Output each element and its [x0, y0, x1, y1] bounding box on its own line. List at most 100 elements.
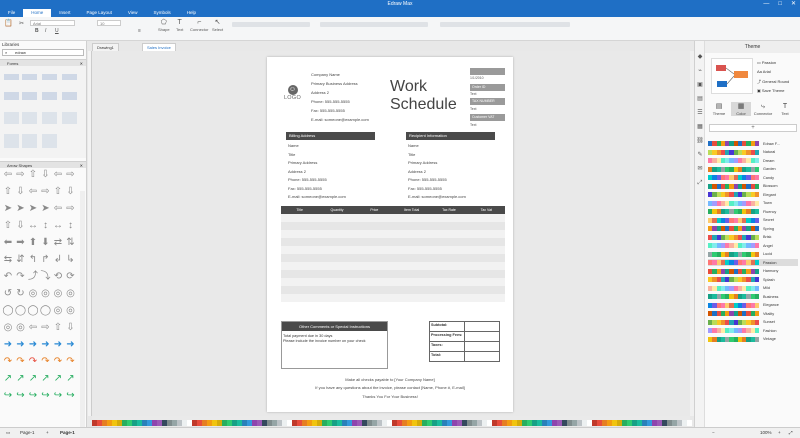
arrow-shape[interactable]: ⬇: [40, 238, 52, 248]
close-button[interactable]: ✕: [791, 0, 796, 9]
underline-icon[interactable]: U: [55, 28, 59, 34]
field-value[interactable]: 1/1/2010: [470, 76, 484, 80]
arrow-shape[interactable]: ↷: [15, 357, 27, 367]
arrow-shape[interactable]: ⤴: [27, 272, 39, 282]
minimize-button[interactable]: —: [763, 0, 769, 9]
section-arrow-shapes[interactable]: Arrow Shapes ✕: [0, 161, 86, 168]
billing-line[interactable]: Title: [288, 152, 295, 157]
arrow-shape[interactable]: ⇨: [15, 170, 27, 180]
company-fax[interactable]: Fax: 555-555-5555: [311, 108, 345, 113]
color-theme-item[interactable]: Elegance: [708, 302, 798, 309]
color-theme-item[interactable]: Fluency: [708, 208, 798, 215]
arrow-shape[interactable]: ↪: [65, 391, 77, 401]
arrow-shape[interactable]: ↗: [27, 374, 39, 384]
field-value[interactable]: Text: [470, 123, 476, 127]
arrow-shape[interactable]: ◎: [27, 289, 39, 299]
color-theme-item[interactable]: Edraw F...: [708, 140, 798, 147]
arrow-shape[interactable]: ↔: [52, 221, 64, 231]
color-theme-item[interactable]: Candy: [708, 174, 798, 181]
color-theme-item[interactable]: Natural: [708, 149, 798, 156]
cut-icon[interactable]: ✂: [19, 20, 24, 27]
color-theme-item[interactable]: Passion: [708, 259, 798, 266]
table-row[interactable]: [281, 214, 505, 222]
theme-tab-theme[interactable]: ▤ Theme: [709, 102, 729, 116]
arrange-tools[interactable]: [440, 22, 570, 27]
add-color-theme-button[interactable]: +: [709, 124, 797, 132]
menu-home[interactable]: Home: [23, 9, 52, 17]
arrow-shape[interactable]: ◎: [52, 306, 64, 316]
arrow-shape[interactable]: ➜: [2, 340, 14, 350]
arrow-shape[interactable]: ↷: [27, 357, 39, 367]
image-icon[interactable]: ▤: [696, 95, 704, 103]
color-theme-item[interactable]: Sunset: [708, 319, 798, 326]
color-theme-item[interactable]: Brisk: [708, 234, 798, 241]
form-thumb[interactable]: [22, 92, 37, 100]
menu-symbols[interactable]: Symbols: [146, 9, 179, 17]
theme-tab-connector[interactable]: ⤷ Connector: [753, 102, 773, 116]
add-page-icon[interactable]: +: [46, 430, 49, 435]
menu-file[interactable]: File: [0, 9, 23, 17]
field-value[interactable]: Text: [470, 92, 476, 96]
color-theme-item[interactable]: Harmony: [708, 268, 798, 275]
shadow-icon[interactable]: ▣: [696, 81, 704, 89]
theme-tab-text[interactable]: T Text: [775, 102, 795, 116]
arrow-shape[interactable]: ➜: [15, 340, 27, 350]
form-thumb[interactable]: [42, 112, 57, 124]
arrow-shape[interactable]: ⇨: [65, 204, 77, 214]
arrow-shape[interactable]: ↷: [40, 357, 52, 367]
zoom-out-icon[interactable]: −: [712, 430, 715, 435]
arrow-shape[interactable]: ➜: [27, 340, 39, 350]
color-theme-item[interactable]: Business: [708, 293, 798, 300]
shape-tool[interactable]: ⬠ Shape: [158, 19, 170, 32]
arrow-shape[interactable]: ↳: [65, 255, 77, 265]
color-palette-bar[interactable]: [92, 420, 692, 426]
form-thumb[interactable]: [62, 74, 77, 80]
arrow-shape[interactable]: ⇦: [2, 170, 14, 180]
arrow-shape[interactable]: ↶: [2, 272, 14, 282]
color-theme-item[interactable]: Angel: [708, 242, 798, 249]
arrow-shape[interactable]: ↪: [52, 391, 64, 401]
recipient-line[interactable]: Fax: 555-555-5555: [408, 186, 442, 191]
table-row[interactable]: [281, 294, 505, 302]
form-thumb[interactable]: [42, 74, 57, 80]
table-row[interactable]: [281, 238, 505, 246]
form-thumb[interactable]: [22, 134, 37, 148]
arrow-shape[interactable]: ⇩: [40, 170, 52, 180]
arrow-shape[interactable]: ➤: [2, 204, 14, 214]
recipient-line[interactable]: Phone: 555-555-5555: [408, 177, 447, 182]
color-theme-item[interactable]: Mild: [708, 285, 798, 292]
arrow-shape[interactable]: ↕: [65, 221, 77, 231]
form-thumb[interactable]: [62, 92, 77, 100]
footer-line2[interactable]: If you have any questions about the invo…: [267, 385, 513, 390]
recipient-line[interactable]: E-mail: someone@example.com: [408, 194, 466, 199]
connector-tool[interactable]: ⌐ Connector: [190, 19, 208, 32]
palette-swatch[interactable]: [687, 420, 692, 426]
arrow-shape[interactable]: ◎: [15, 323, 27, 333]
arrow-shape[interactable]: ↷: [52, 357, 64, 367]
arrow-shape[interactable]: ↷: [2, 357, 14, 367]
fill-icon[interactable]: ◆: [696, 53, 704, 61]
form-thumb[interactable]: [22, 74, 37, 80]
tab-drawing1[interactable]: Drawing1: [92, 43, 119, 51]
table-row[interactable]: [281, 230, 505, 238]
company-email[interactable]: E-mail: someone@example.com: [311, 117, 369, 122]
arrow-shape[interactable]: ➤: [27, 204, 39, 214]
arrow-shape[interactable]: ➜: [52, 340, 64, 350]
page-selector[interactable]: Page-1: [20, 430, 35, 435]
page-view-icon[interactable]: ▭: [6, 430, 10, 436]
table-row[interactable]: [281, 222, 505, 230]
table-row[interactable]: [281, 270, 505, 278]
company-phone[interactable]: Phone: 555-555-5555: [311, 99, 350, 104]
arrow-shape[interactable]: ⬅: [2, 238, 14, 248]
arrow-shape[interactable]: ⇦: [27, 323, 39, 333]
fit-page-icon[interactable]: ⤢: [789, 430, 793, 435]
arrow-shape[interactable]: ◎: [40, 289, 52, 299]
arrow-shape[interactable]: ↷: [65, 357, 77, 367]
arrow-shape[interactable]: ↪: [27, 391, 39, 401]
totals-box[interactable]: Subtotal: Processing Fees: Taxes: Total:: [429, 321, 500, 362]
billing-line[interactable]: Fax: 555-555-5555: [288, 186, 322, 191]
arrow-shape[interactable]: ↕: [40, 221, 52, 231]
color-theme-item[interactable]: Town: [708, 200, 798, 207]
color-theme-item[interactable]: Blossom: [708, 183, 798, 190]
form-thumb[interactable]: [4, 112, 19, 124]
